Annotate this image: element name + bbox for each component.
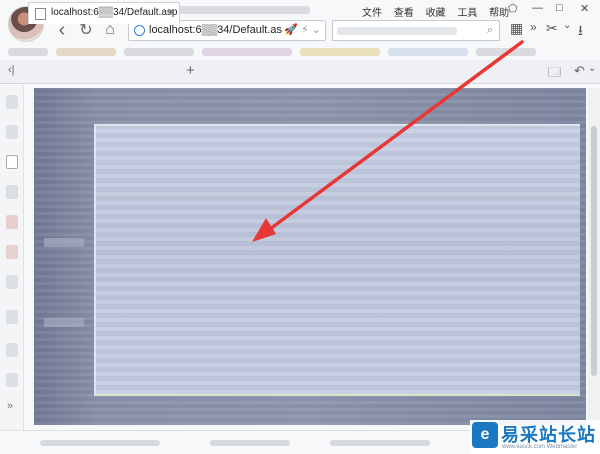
site-watermark: e 易采站长站 www.easck.com Webmaster xyxy=(470,420,600,454)
rocket-icon[interactable]: 🚀 xyxy=(284,24,298,36)
chevron-down-icon[interactable]: ⌄ xyxy=(588,63,596,74)
browser-window: 文件 查看 收藏 工具 帮助 ⬠ — □ ✕ ‹ › ↻ ⌂ localhost… xyxy=(0,0,600,454)
panel-texture xyxy=(96,126,580,394)
menu-tools[interactable]: 工具 xyxy=(457,4,477,19)
download-icon[interactable]: ⭳ xyxy=(578,20,583,44)
sidebar-app-icon[interactable] xyxy=(6,373,18,387)
tab-title: localhost:6▒▒34/Default.asp xyxy=(51,7,178,18)
close-tab-icon[interactable]: × xyxy=(168,6,174,18)
left-sidebar: » xyxy=(0,85,24,430)
blurred-status xyxy=(210,440,290,446)
blurred-bookmark xyxy=(8,48,48,56)
sidebar-app-icon[interactable] xyxy=(6,155,18,169)
search-box[interactable]: ⌕ xyxy=(332,20,500,41)
blurred-bookmark xyxy=(388,48,468,56)
chevron-down-icon[interactable]: ⌄ xyxy=(563,20,571,31)
page-icon xyxy=(35,8,46,20)
content-panel xyxy=(94,124,580,396)
search-icon[interactable]: ⌕ xyxy=(487,24,493,37)
watermark-url: www.easck.com Webmaster xyxy=(502,444,578,450)
scissors-icon[interactable]: ✂ xyxy=(546,20,558,37)
menu-view[interactable]: 查看 xyxy=(394,4,414,19)
more-icon[interactable]: » xyxy=(530,20,537,34)
sidebar-app-icon[interactable] xyxy=(6,275,18,289)
blurred-status xyxy=(330,440,430,446)
sidebar-toggle-icon[interactable]: ‹| xyxy=(8,64,15,76)
sidebar-app-icon[interactable] xyxy=(6,215,18,229)
new-tab-button[interactable]: + xyxy=(186,62,195,79)
save-page-icon[interactable]: 🗔 xyxy=(548,63,561,84)
sidebar-app-icon[interactable] xyxy=(6,245,18,259)
blurred-text xyxy=(44,238,84,247)
apps-icon[interactable]: ▦ xyxy=(510,20,523,37)
minimize-button[interactable]: — xyxy=(532,2,543,14)
maximize-button[interactable]: □ xyxy=(556,2,563,14)
tab-active[interactable]: localhost:6▒▒34/Default.asp × xyxy=(28,2,180,24)
blurred-status xyxy=(40,440,160,446)
chevron-down-icon[interactable]: ⌄ xyxy=(312,24,321,36)
blurred-bookmark xyxy=(56,48,116,56)
address-actions: 🚀 ⚡ ⌄ xyxy=(284,23,321,36)
menu-file[interactable]: 文件 xyxy=(362,4,382,19)
page-content[interactable] xyxy=(34,88,586,425)
blurred-text xyxy=(337,27,457,35)
watermark-logo-icon: e xyxy=(472,422,498,448)
sidebar-app-icon[interactable] xyxy=(6,95,18,109)
blurred-bookmark xyxy=(124,48,194,56)
blurred-bookmark xyxy=(476,48,536,56)
site-info-icon[interactable] xyxy=(134,25,145,36)
menu-help[interactable]: 帮助 xyxy=(489,4,509,19)
blurred-text xyxy=(44,318,84,327)
bookmarks-bar xyxy=(0,44,600,60)
sidebar-app-icon[interactable] xyxy=(6,343,18,357)
scrollbar-thumb[interactable] xyxy=(591,126,597,376)
tab-strip xyxy=(0,60,600,84)
sidebar-app-icon[interactable] xyxy=(6,185,18,199)
flash-icon[interactable]: ⚡ xyxy=(301,24,309,36)
blurred-bookmark xyxy=(202,48,292,56)
sidebar-app-icon[interactable] xyxy=(6,310,18,324)
blurred-bookmark xyxy=(300,48,380,56)
sidebar-more-icon[interactable]: » xyxy=(7,400,13,412)
undo-icon[interactable]: ↶ xyxy=(574,63,585,79)
close-window-button[interactable]: ✕ xyxy=(580,2,589,15)
address-url: localhost:6▒▒34/Default.as xyxy=(149,24,282,36)
menu-favorites[interactable]: 收藏 xyxy=(426,4,446,19)
sidebar-app-icon[interactable] xyxy=(6,125,18,139)
menu-bar: 文件 查看 收藏 工具 帮助 xyxy=(362,4,518,19)
skin-icon[interactable]: ⬠ xyxy=(508,2,518,15)
